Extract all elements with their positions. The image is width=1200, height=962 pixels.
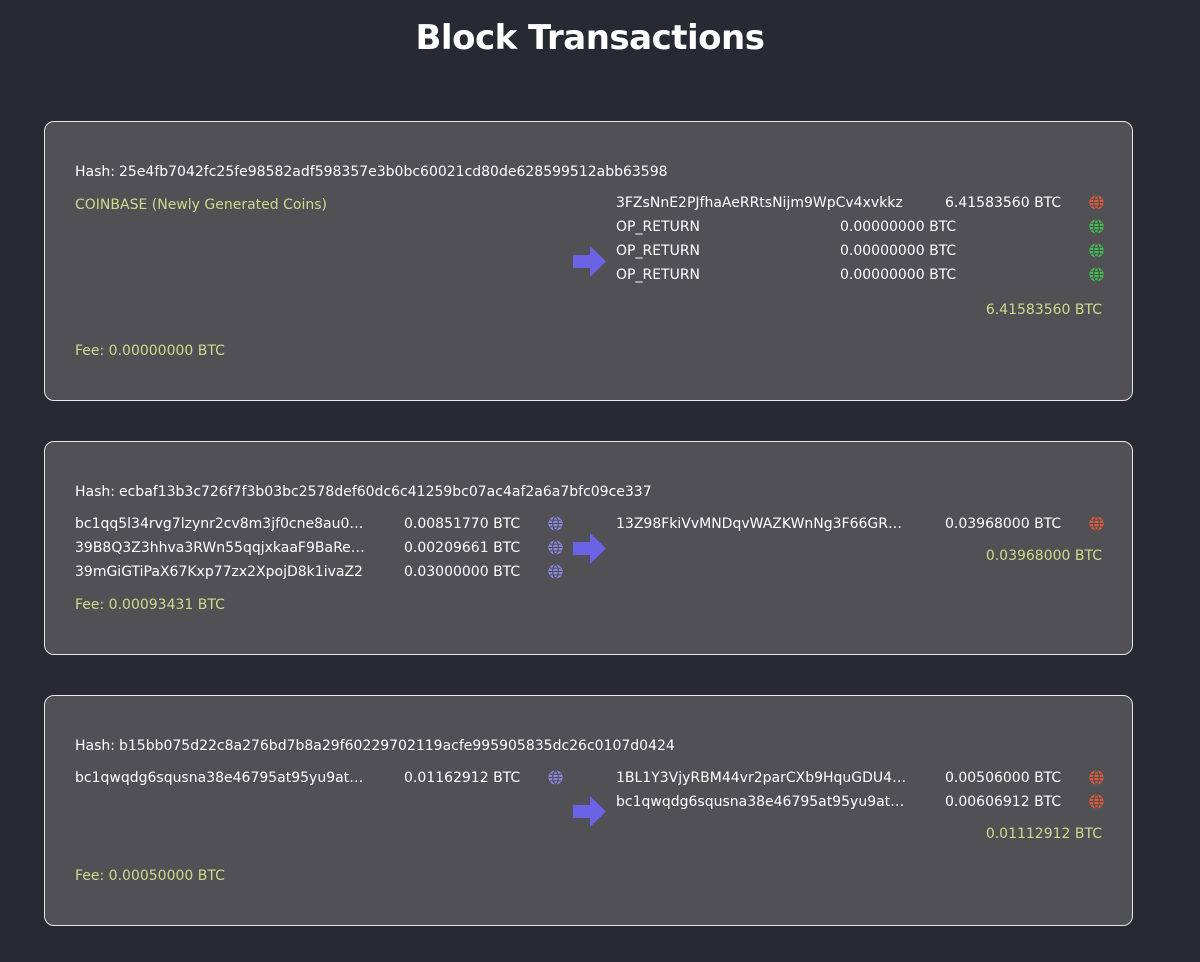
globe-icon[interactable] bbox=[548, 564, 563, 579]
outputs-total: 0.03968000 BTC bbox=[985, 548, 1102, 564]
unspent-globe-icon[interactable] bbox=[1089, 219, 1104, 234]
unspent-globe-icon[interactable] bbox=[1089, 243, 1104, 258]
tx-fee: Fee: 0.00050000 BTC bbox=[75, 868, 225, 884]
outputs-list: 13Z98FkiVvMNDqvWAZKWnNg3F66GR8... 0.0396… bbox=[616, 512, 1116, 536]
outputs-total: 6.41583560 BTC bbox=[985, 302, 1102, 318]
output-row: 13Z98FkiVvMNDqvWAZKWnNg3F66GR8... 0.0396… bbox=[616, 512, 1116, 536]
output-address[interactable]: bc1qwqdg6squsna38e46795at95yu9atm... bbox=[616, 790, 908, 814]
spent-globe-icon[interactable] bbox=[1089, 794, 1104, 809]
page: Block Transactions Hash: 25e4fb7042fc25fe… bbox=[0, 0, 1200, 962]
output-address[interactable]: 1BL1Y3VjyRBM44vr2parCXb9HquGDU4b... bbox=[616, 766, 908, 790]
input-row: bc1qwqdg6squsna38e46795at95yu9atm... 0.0… bbox=[75, 766, 575, 790]
output-amount: 6.41583560 BTC bbox=[945, 195, 1062, 211]
coinbase-label: COINBASE (Newly Generated Coins) bbox=[75, 197, 327, 213]
globe-icon[interactable] bbox=[548, 540, 563, 555]
output-row: OP_RETURN 0.00000000 BTC bbox=[616, 239, 1116, 263]
input-amount: 0.01162912 BTC bbox=[404, 770, 521, 786]
right-arrow-icon bbox=[573, 796, 606, 827]
hash-value[interactable]: ecbaf13b3c726f7f3b03bc2578def60dc6c41259… bbox=[119, 484, 652, 500]
output-row: 3FZsNnE2PJfhaAeRRtsNijm9WpCv4xvkkz 6.415… bbox=[616, 191, 1116, 215]
tx-hash[interactable]: Hash: ecbaf13b3c726f7f3b03bc2578def60dc6c… bbox=[75, 484, 652, 500]
input-address[interactable]: bc1qwqdg6squsna38e46795at95yu9atm... bbox=[75, 766, 367, 790]
output-amount: 0.00606912 BTC bbox=[945, 794, 1062, 810]
input-amount: 0.00209661 BTC bbox=[404, 540, 521, 556]
input-address[interactable]: bc1qq5l34rvg7lzynr2cv8m3jf0cne8au0g6... bbox=[75, 512, 367, 536]
globe-icon[interactable] bbox=[548, 516, 563, 531]
hash-label: Hash: bbox=[75, 484, 115, 500]
page-title: Block Transactions bbox=[415, 18, 765, 58]
hash-value[interactable]: 25e4fb7042fc25fe98582adf598357e3b0bc6002… bbox=[119, 164, 668, 180]
output-row: OP_RETURN 0.00000000 BTC bbox=[616, 215, 1116, 239]
output-row: bc1qwqdg6squsna38e46795at95yu9atm... 0.0… bbox=[616, 790, 1116, 814]
transaction-card: Hash: 25e4fb7042fc25fe98582adf598357e3b0b… bbox=[44, 121, 1133, 401]
globe-icon[interactable] bbox=[548, 770, 563, 785]
input-row: bc1qq5l34rvg7lzynr2cv8m3jf0cne8au0g6... … bbox=[75, 512, 575, 536]
unspent-globe-icon[interactable] bbox=[1089, 267, 1104, 282]
hash-label: Hash: bbox=[75, 738, 115, 754]
output-amount: 0.03968000 BTC bbox=[945, 516, 1062, 532]
input-row: 39B8Q3Z3hhva3RWn55qqjxkaaF9BaRe6dG 0.002… bbox=[75, 536, 575, 560]
transaction-card: Hash: b15bb075d22c8a276bd7b8a29f602297021… bbox=[44, 695, 1133, 926]
output-row: OP_RETURN 0.00000000 BTC bbox=[616, 263, 1116, 287]
input-amount: 0.03000000 BTC bbox=[404, 564, 521, 580]
outputs-list: 1BL1Y3VjyRBM44vr2parCXb9HquGDU4b... 0.00… bbox=[616, 766, 1116, 814]
output-amount: 0.00506000 BTC bbox=[945, 770, 1062, 786]
tx-hash[interactable]: Hash: b15bb075d22c8a276bd7b8a29f602297021… bbox=[75, 738, 675, 754]
inputs-list: bc1qwqdg6squsna38e46795at95yu9atm... 0.0… bbox=[75, 766, 575, 790]
input-address[interactable]: 39B8Q3Z3hhva3RWn55qqjxkaaF9BaRe6dG bbox=[75, 536, 367, 560]
spent-globe-icon[interactable] bbox=[1089, 516, 1104, 531]
outputs-list: 3FZsNnE2PJfhaAeRRtsNijm9WpCv4xvkkz 6.415… bbox=[616, 191, 1116, 287]
inputs-list: bc1qq5l34rvg7lzynr2cv8m3jf0cne8au0g6... … bbox=[75, 512, 575, 584]
output-amount: 0.00000000 BTC bbox=[840, 243, 957, 259]
tx-fee: Fee: 0.00093431 BTC bbox=[75, 597, 225, 613]
output-amount: 0.00000000 BTC bbox=[840, 219, 957, 235]
output-amount: 0.00000000 BTC bbox=[840, 267, 957, 283]
input-amount: 0.00851770 BTC bbox=[404, 516, 521, 532]
input-address[interactable]: 39mGiGTiPaX67Kxp77zx2XpojD8k1ivaZ2 bbox=[75, 560, 367, 584]
output-address[interactable]: 3FZsNnE2PJfhaAeRRtsNijm9WpCv4xvkkz bbox=[616, 191, 908, 215]
hash-value[interactable]: b15bb075d22c8a276bd7b8a29f60229702119acf… bbox=[119, 738, 675, 754]
input-row: 39mGiGTiPaX67Kxp77zx2XpojD8k1ivaZ2 0.030… bbox=[75, 560, 575, 584]
spent-globe-icon[interactable] bbox=[1089, 770, 1104, 785]
outputs-total: 0.01112912 BTC bbox=[985, 826, 1102, 842]
spent-globe-icon[interactable] bbox=[1089, 195, 1104, 210]
output-row: 1BL1Y3VjyRBM44vr2parCXb9HquGDU4b... 0.00… bbox=[616, 766, 1116, 790]
right-arrow-icon bbox=[573, 246, 606, 277]
transaction-card: Hash: ecbaf13b3c726f7f3b03bc2578def60dc6c… bbox=[44, 441, 1133, 655]
hash-label: Hash: bbox=[75, 164, 115, 180]
right-arrow-icon bbox=[573, 533, 606, 564]
output-address[interactable]: 13Z98FkiVvMNDqvWAZKWnNg3F66GR8... bbox=[616, 512, 908, 536]
tx-hash[interactable]: Hash: 25e4fb7042fc25fe98582adf598357e3b0b… bbox=[75, 164, 668, 180]
tx-fee: Fee: 0.00000000 BTC bbox=[75, 343, 225, 359]
